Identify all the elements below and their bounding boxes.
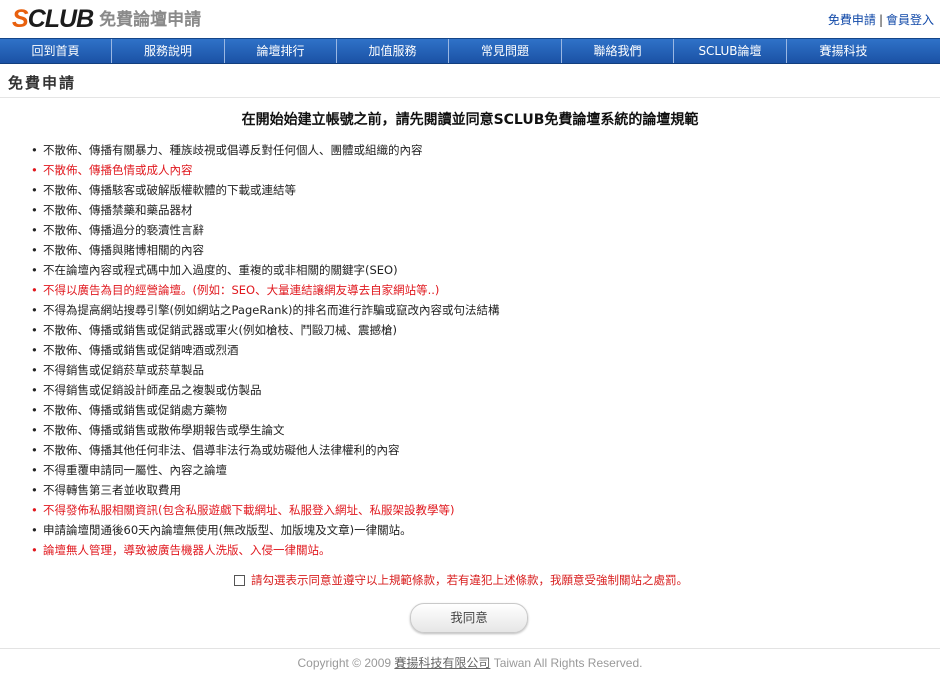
rule-item: 不散佈、傳播駭客或破解版權軟體的下載或連結等 (30, 180, 500, 200)
rule-item: 不得銷售或促銷設計師產品之複製或仿製品 (30, 380, 500, 400)
agree-row: 請勾選表示同意並遵守以上規範條款，若有違犯上述條款，我願意受強制關站之處罰。 (234, 572, 688, 588)
rule-item: 不得轉售第三者並收取費用 (30, 480, 500, 500)
nav-item-1[interactable]: 服務說明 (112, 39, 225, 63)
main-navigation: 回到首頁 服務說明 論壇排行 加值服務 常見問題 聯絡我們 SCLUB論壇 賽揚科技 (0, 38, 940, 64)
copyright-suffix: Taiwan All Rights Reserved. (490, 656, 643, 670)
nav-item-7[interactable]: 賽揚科技 (787, 39, 900, 63)
logo-subtitle: 免費論壇申請 (99, 10, 202, 30)
nav-item-3[interactable]: 加值服務 (337, 39, 449, 63)
rule-item: 不得以廣告為目的經營論壇。(例如：SEO、大量連結讓網友導去自家網站等..) (30, 280, 500, 300)
footer-divider (0, 648, 940, 649)
rule-item: 論壇無人管理，導致被廣告機器人洗版、入侵一律關站。 (30, 540, 500, 560)
nav-item-6[interactable]: SCLUB論壇 (674, 39, 787, 63)
rule-item: 不得銷售或促銷菸草或菸草製品 (30, 360, 500, 380)
agree-button[interactable]: 我同意 (410, 603, 528, 633)
footer-copyright: Copyright © 2009 賽揚科技有限公司 Taiwan All Rig… (0, 654, 940, 671)
nav-item-2[interactable]: 論壇排行 (225, 39, 337, 63)
title-divider (0, 97, 940, 98)
rule-item: 不散佈、傳播或銷售或促銷武器或軍火(例如槍枝、鬥毆刀械、震撼槍) (30, 320, 500, 340)
agree-text: 請勾選表示同意並遵守以上規範條款，若有違犯上述條款，我願意受強制關站之處罰。 (251, 573, 688, 587)
copyright-prefix: Copyright © 2009 (297, 656, 395, 670)
apply-link[interactable]: 免費申請 (828, 13, 876, 27)
agree-checkbox[interactable] (234, 574, 245, 586)
nav-item-0[interactable]: 回到首頁 (0, 39, 112, 63)
page-title: 免費申請 (8, 74, 77, 92)
rule-item: 不散佈、傳播或銷售或散佈學期報告或學生論文 (30, 420, 500, 440)
rule-item: 不得發佈私服相關資訊(包含私服遊戲下載網址、私服登入網址、私服架設教學等) (30, 500, 500, 520)
rule-item: 不散佈、傳播有關暴力、種族歧視或倡導反對任何個人、團體或組織的內容 (30, 140, 500, 160)
logo-wordmark: SCLUB (12, 5, 94, 33)
top-links: 免費申請 | 會員登入 (828, 11, 934, 28)
rule-item: 不得為提高網站搜尋引擎(例如網站之PageRank)的排名而進行詐騙或竄改內容或… (30, 300, 500, 320)
rule-item: 不散佈、傳播或銷售或促銷處方藥物 (30, 400, 500, 420)
rule-item: 不散佈、傳播其他任何非法、倡導非法行為或妨礙他人法律權利的內容 (30, 440, 500, 460)
link-separator: | (878, 13, 883, 27)
site-logo[interactable]: SCLUB 免費論壇申請 (12, 6, 201, 32)
rules-heading: 在開始始建立帳號之前，請先閱讀並同意SCLUB免費論壇系統的論壇規範 (241, 112, 699, 128)
rule-item: 不在論壇內容或程式碼中加入過度的、重複的或非相關的關鍵字(SEO) (30, 260, 500, 280)
rule-item: 不散佈、傳播禁藥和藥品器材 (30, 200, 500, 220)
rule-item: 不散佈、傳播過分的褻瀆性言辭 (30, 220, 500, 240)
login-link[interactable]: 會員登入 (886, 13, 934, 27)
rule-item: 不散佈、傳播或銷售或促銷啤酒或烈酒 (30, 340, 500, 360)
site-header: SCLUB 免費論壇申請 免費申請 | 會員登入 (0, 0, 940, 38)
nav-item-4[interactable]: 常見問題 (449, 39, 562, 63)
rule-item: 不散佈、傳播色情或成人內容 (30, 160, 500, 180)
rule-item: 申請論壇閒通後60天內論壇無使用(無改版型、加版塊及文章)一律關站。 (30, 520, 500, 540)
rules-list: 不散佈、傳播有關暴力、種族歧視或倡導反對任何個人、團體或組織的內容不散佈、傳播色… (30, 140, 500, 560)
rule-item: 不散佈、傳播與賭博相關的內容 (30, 240, 500, 260)
nav-item-5[interactable]: 聯絡我們 (562, 39, 674, 63)
company-link[interactable]: 賽揚科技有限公司 (394, 656, 490, 670)
rule-item: 不得重覆申請同一屬性、內容之論壇 (30, 460, 500, 480)
